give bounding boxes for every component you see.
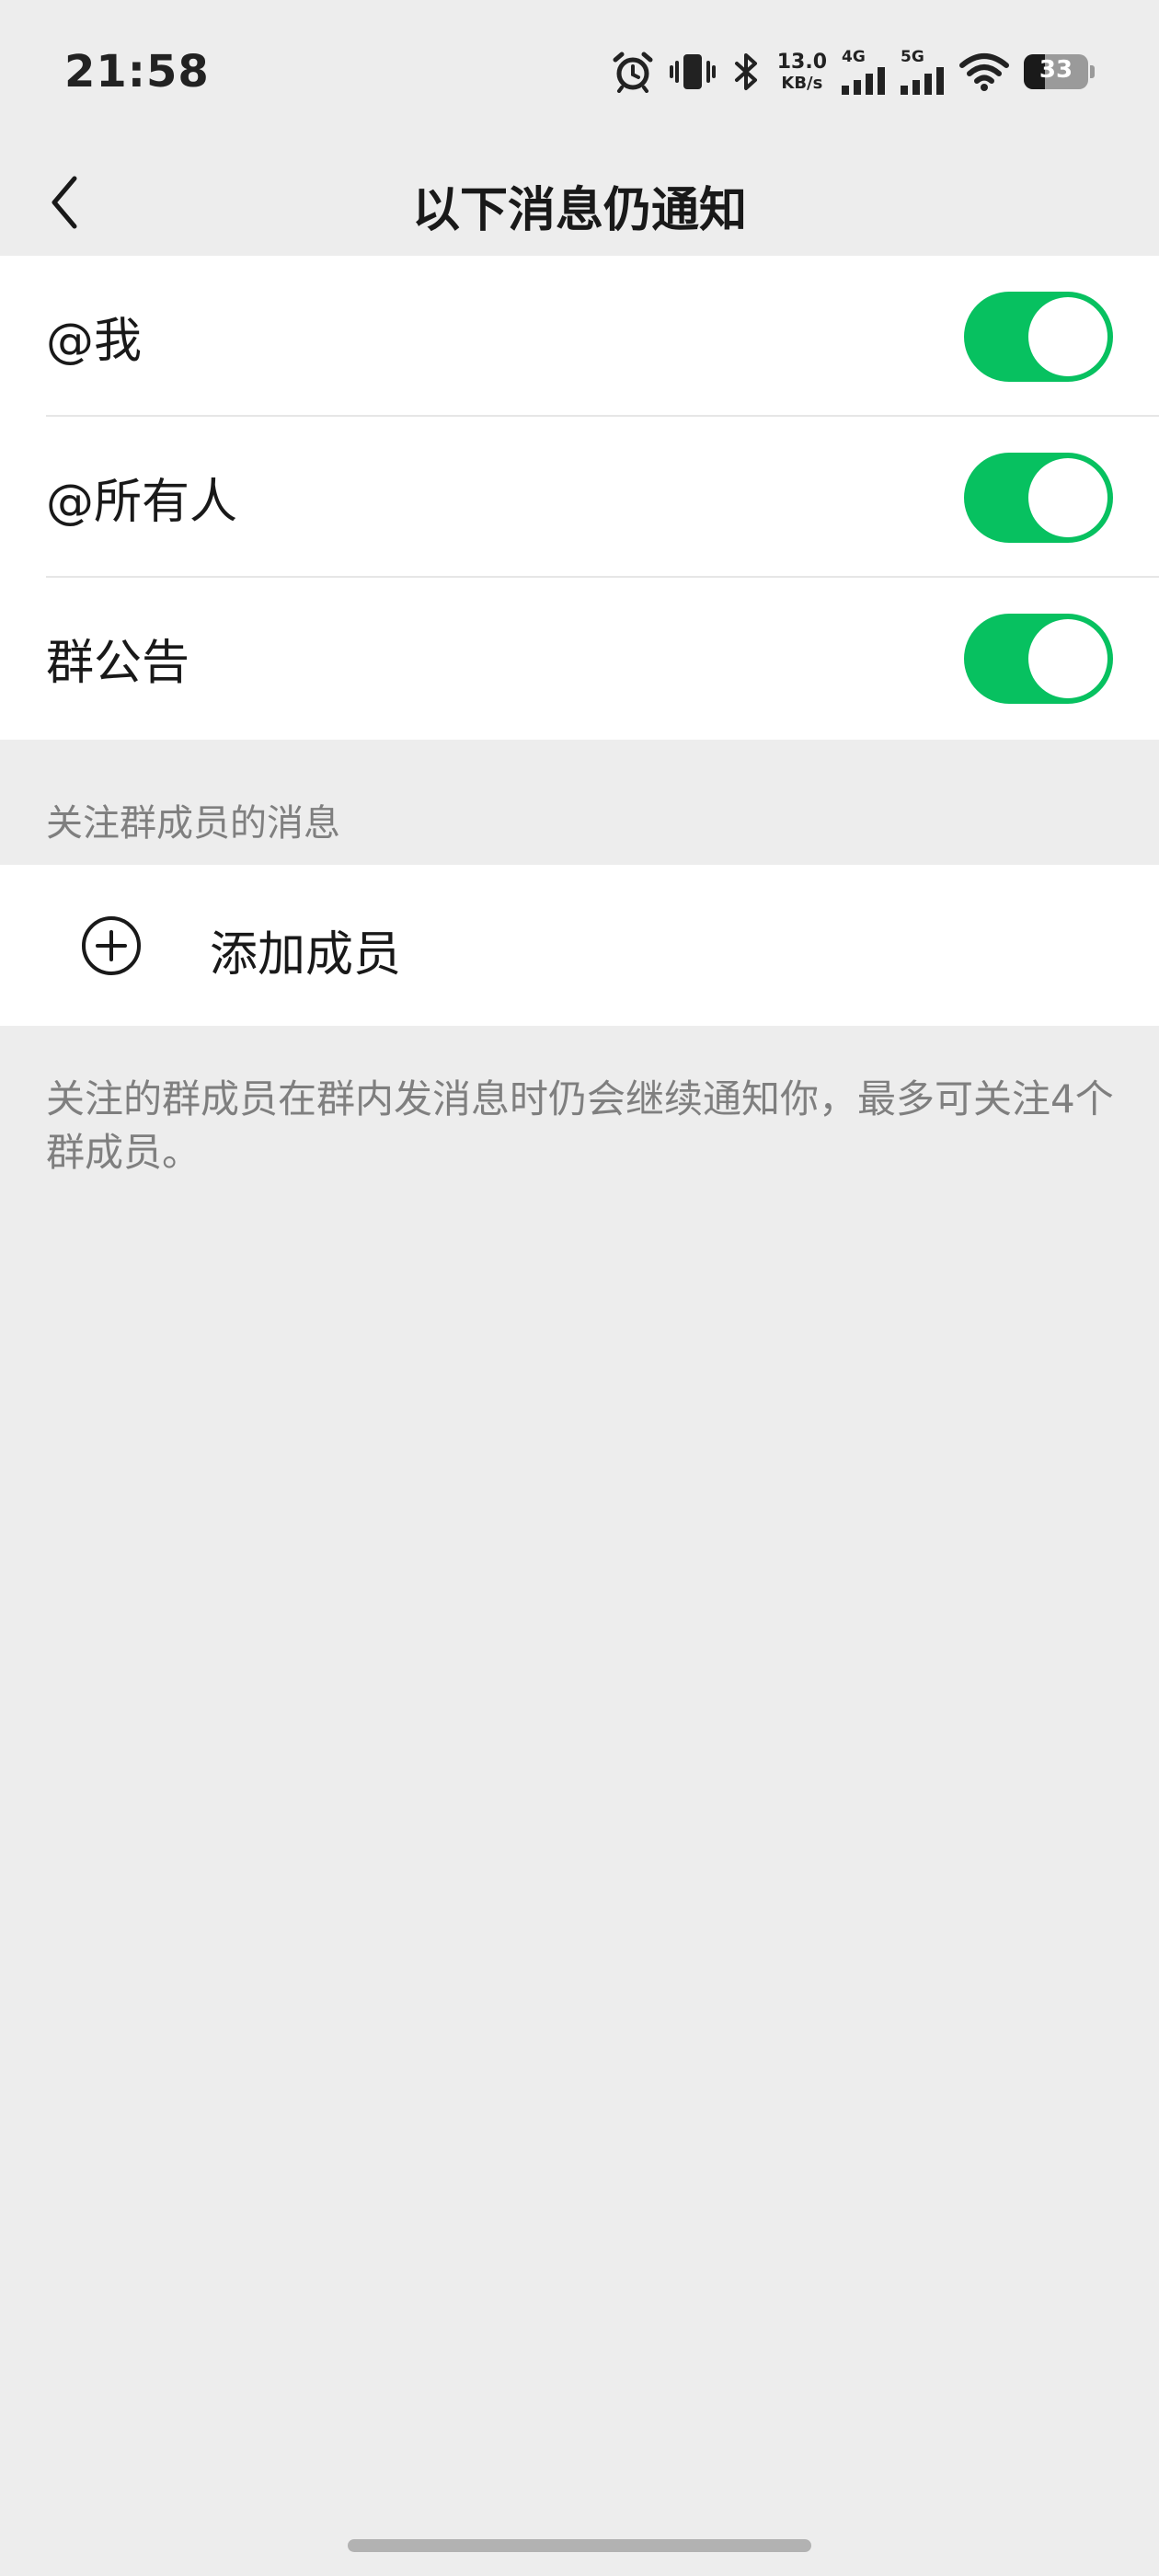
status-icons: 13.0 KB/s 4G 5G 33 [597,44,1095,99]
at-all-toggle[interactable] [964,453,1113,543]
battery-tip [1090,65,1095,78]
battery-level: 33 [1039,56,1073,84]
nav-bar: 以下消息仍通知 [0,147,1159,256]
battery-icon: 33 [1024,54,1095,89]
sim2-label: 5G [901,47,924,66]
at-me-toggle[interactable] [964,292,1113,382]
sim1-signal: 4G [842,47,886,95]
alarm-icon [612,51,654,93]
battery-body: 33 [1024,54,1088,89]
page-title: 以下消息仍通知 [411,183,747,238]
setting-row-at-me: @我 [0,256,1159,417]
toggle-knob [1028,458,1107,537]
sim1-label: 4G [842,47,866,66]
toggle-knob [1028,297,1107,376]
setting-label-announcement: 群公告 [46,636,190,691]
notification-toggles-card: @我 @所有人 群公告 [0,256,1159,740]
screen: 21:58 13.0 KB/s 4G 5G 33 以下消息仍通知 @我 @所有人… [0,0,1159,2576]
section-header-followed-members: 关注群成员的消息 [46,802,340,845]
wifi-icon [959,52,1009,91]
status-bar: 21:58 13.0 KB/s 4G 5G 33 [0,0,1159,147]
add-circle-icon [81,915,142,976]
network-speed-value: 13.0 [776,50,827,74]
signal-icon [901,66,944,95]
setting-label-at-me: @我 [46,314,143,369]
add-member-button[interactable]: 添加成员 [0,865,1159,1026]
setting-row-announcement: 群公告 [0,578,1159,739]
setting-label-at-all: @所有人 [46,475,238,530]
announcement-toggle[interactable] [964,614,1113,704]
network-speed: 13.0 KB/s [777,52,827,92]
toggle-knob [1028,619,1107,698]
setting-row-at-all: @所有人 [0,417,1159,578]
add-member-label: 添加成员 [210,927,402,983]
vibrate-icon [669,51,717,93]
followed-members-footnote: 关注的群成员在群内发消息时仍会继续通知你，最多可关注4个群成员。 [46,1076,1114,1175]
network-speed-unit: KB/s [781,73,823,93]
status-time: 21:58 [64,46,210,98]
signal-icon [842,66,885,95]
bluetooth-icon [731,51,763,93]
sim2-signal: 5G [901,47,945,95]
home-indicator[interactable] [348,2539,811,2552]
